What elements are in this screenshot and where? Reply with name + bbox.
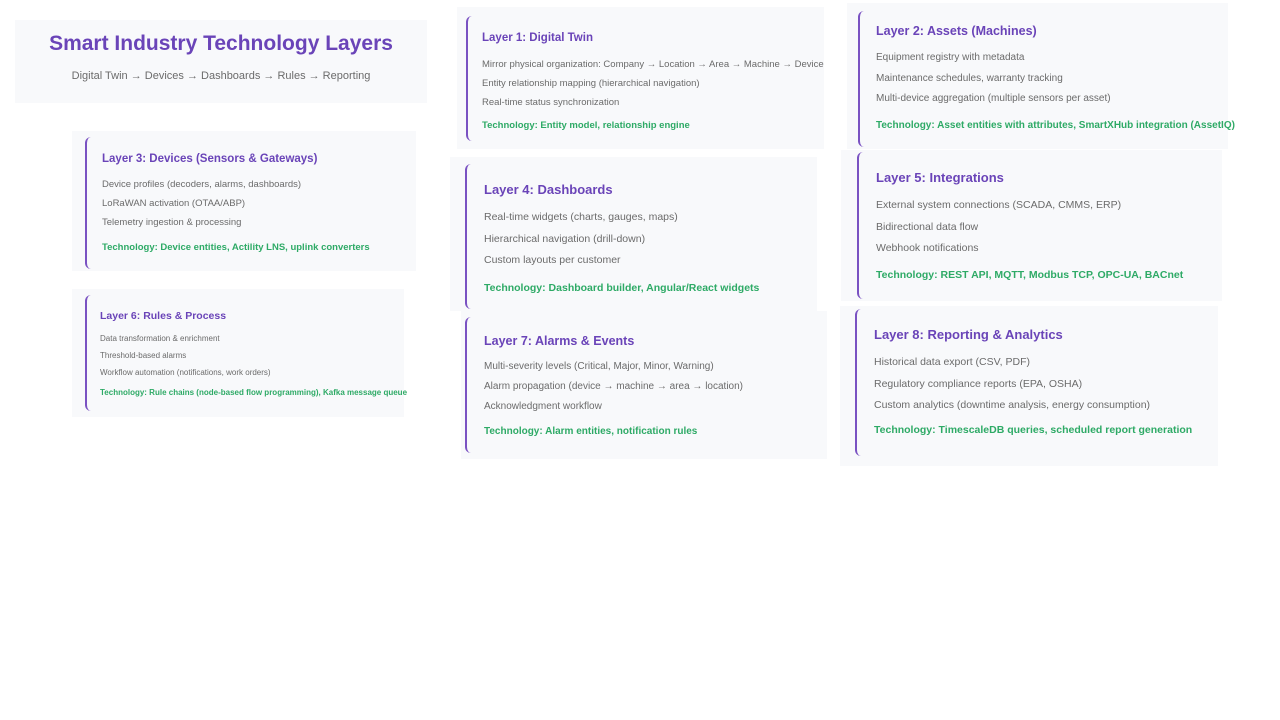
layer-1-features: Mirror physical organization: Company → … (482, 55, 824, 112)
layer-7-card: Layer 7: Alarms & Events Multi-severity … (461, 311, 827, 459)
layer-6-feature: Workflow automation (notifications, work… (100, 368, 271, 377)
layer-3-feature: LoRaWAN activation (OTAA/ABP) (102, 198, 246, 209)
layer-3-title: Layer 3: Devices (Sensors & Gateways) (102, 153, 318, 165)
layer-2-card: Layer 2: Assets (Machines) Equipment reg… (847, 3, 1235, 149)
title-panel: Smart Industry Technology Layers Digital… (15, 20, 427, 103)
layer-8-feature: Regulatory compliance reports (EPA, OSHA… (874, 377, 1083, 390)
layer-7-title: Layer 7: Alarms & Events (484, 334, 635, 348)
layer-5-feature: Bidirectional data flow (876, 220, 979, 233)
layer-8-card: Layer 8: Reporting & Analytics Historica… (840, 306, 1218, 466)
layer-4-features: Real-time widgets (charts, gauges, maps)… (484, 207, 678, 272)
layer-3-technology: Technology: Device entities, Actility LN… (102, 242, 370, 253)
layer-2-feature: Multi-device aggregation (multiple senso… (876, 93, 1111, 104)
layer-7-features: Multi-severity levels (Critical, Major, … (484, 357, 743, 417)
layer-8-feature: Custom analytics (downtime analysis, ene… (874, 399, 1151, 411)
layer-1-title: Layer 1: Digital Twin (482, 32, 593, 44)
layer-8-title: Layer 8: Reporting & Analytics (874, 327, 1063, 342)
layer-3-feature: Telemetry ingestion & processing (102, 217, 242, 228)
layer-5-features: External system connections (SCADA, CMMS… (876, 195, 1121, 260)
layer-6-title: Layer 6: Rules & Process (100, 310, 227, 322)
layer-7-feature: Multi-severity levels (Critical, Major, … (484, 361, 714, 372)
layer-7-feature: Acknowledgment workflow (484, 401, 602, 412)
layer-6-features: Data transformation & enrichment Thresho… (100, 330, 271, 381)
layer-4-title: Layer 4: Dashboards (484, 182, 613, 197)
layer-5-feature: External system connections (SCADA, CMMS… (876, 199, 1122, 211)
layer-4-feature: Real-time widgets (charts, gauges, maps) (484, 211, 678, 223)
layer-2-title: Layer 2: Assets (Machines) (876, 24, 1037, 38)
layer-1-feature: Mirror physical organization: Company → … (482, 59, 824, 70)
layer-5-title: Layer 5: Integrations (876, 170, 1004, 185)
layer-2-feature: Maintenance schedules, warranty tracking (876, 72, 1063, 84)
layer-4-feature: Custom layouts per customer (484, 254, 621, 266)
layer-3-features: Device profiles (decoders, alarms, dashb… (102, 175, 301, 232)
layer-6-feature: Threshold-based alarms (100, 351, 187, 360)
layer-1-feature: Real-time status synchronization (482, 97, 620, 108)
layer-5-technology: Technology: REST API, MQTT, Modbus TCP, … (876, 269, 1184, 281)
layer-2-technology: Technology: Asset entities with attribut… (876, 120, 1235, 131)
layer-6-feature: Data transformation & enrichment (100, 334, 220, 343)
page-subtitle: Digital Twin → Devices → Dashboards → Ru… (71, 70, 371, 82)
layer-4-feature: Hierarchical navigation (drill-down) (484, 232, 646, 245)
layer-6-technology: Technology: Rule chains (node-based flow… (100, 388, 408, 397)
layer-8-technology: Technology: TimescaleDB queries, schedul… (874, 424, 1193, 436)
layer-6-card: Layer 6: Rules & Process Data transforma… (72, 289, 408, 417)
layer-1-technology: Technology: Entity model, relationship e… (482, 120, 690, 131)
layer-8-feature: Historical data export (CSV, PDF) (874, 356, 1030, 368)
layer-4-technology: Technology: Dashboard builder, Angular/R… (484, 282, 760, 294)
layer-3-feature: Device profiles (decoders, alarms, dashb… (102, 179, 302, 190)
layer-1-feature: Entity relationship mapping (hierarchica… (482, 78, 700, 89)
layer-4-card: Layer 4: Dashboards Real-time widgets (c… (450, 157, 817, 311)
layer-5-feature: Webhook notifications (876, 242, 979, 254)
layer-8-features: Historical data export (CSV, PDF) Regula… (874, 352, 1150, 417)
layer-2-features: Equipment registry with metadata Mainten… (876, 48, 1111, 110)
layer-7-technology: Technology: Alarm entities, notification… (484, 426, 698, 437)
layer-3-card: Layer 3: Devices (Sensors & Gateways) De… (72, 131, 416, 271)
layer-7-feature: Alarm propagation (device → machine → ar… (484, 381, 744, 392)
diagram-canvas: Smart Industry Technology Layers Digital… (0, 0, 1280, 720)
page-title: Smart Industry Technology Layers (49, 32, 393, 55)
layer-1-card: Layer 1: Digital Twin Mirror physical or… (457, 7, 824, 149)
layer-5-card: Layer 5: Integrations External system co… (841, 150, 1222, 301)
layer-2-feature: Equipment registry with metadata (876, 52, 1025, 63)
